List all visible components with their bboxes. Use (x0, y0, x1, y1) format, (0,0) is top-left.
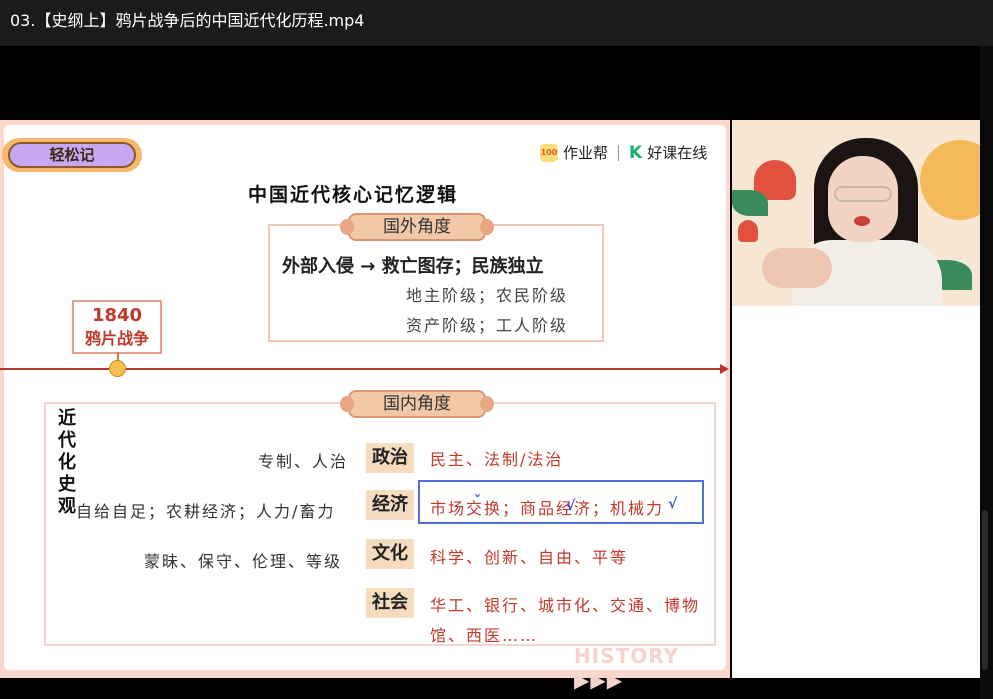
event-name: 鸦片战争 (84, 329, 149, 348)
row-society-category: 社会 (366, 588, 414, 618)
row-politics-right: 民主、法制/法治 (430, 450, 564, 469)
row-culture-right: 科学、创新、自由、平等 (430, 548, 629, 567)
presenter-mouth (854, 216, 870, 226)
timeline-arrow-icon (720, 364, 729, 374)
k-logo-icon: K (629, 142, 643, 163)
leaf-icon (732, 190, 768, 216)
pen-scribble: ˇ (474, 494, 481, 510)
row-economy-category: 经济 (366, 490, 414, 520)
webcam-feed (732, 120, 980, 306)
pen-scribble: √ (668, 496, 678, 512)
brand-divider (618, 144, 620, 161)
brand-logos: 100 作业帮 K 好课在线 (540, 142, 707, 163)
event-year: 1840 (91, 305, 143, 326)
highlight-box (418, 480, 704, 524)
scrollbar-thumb[interactable] (982, 510, 988, 670)
row-culture-category: 文化 (366, 539, 414, 569)
badge: 轻松记 (2, 138, 142, 172)
foreign-main-line: 外部入侵 → 救亡图存；民族独立 (282, 256, 544, 277)
pen-scribble: √ (566, 498, 576, 514)
lecture-slide: 轻松记 100 作业帮 K 好课在线 中国近代核心记忆逻辑 国外角度 外部入侵 … (0, 120, 730, 692)
window-title: 03.【史纲上】鸦片战争后的中国近代化历程.mp4 (0, 0, 993, 46)
lotus-bud-icon (738, 220, 758, 242)
row-politics-category: 政治 (366, 443, 414, 473)
row-society-right: 华工、银行、城市化、交通、博物 (430, 596, 701, 615)
slide-title: 中国近代核心记忆逻辑 (248, 184, 459, 206)
row-politics-left: 专制、人治 (258, 452, 349, 471)
side-label: 近代化史观 (58, 408, 76, 517)
brand-left-label: 作业帮 (563, 144, 609, 162)
foreign-sub-line-1: 地主阶级；农民阶级 (406, 286, 569, 305)
timeline-dot (109, 360, 126, 377)
badge-label: 轻松记 (8, 142, 136, 168)
row-society-right-cont: 馆、西医…… (430, 626, 539, 645)
foreign-tag: 国外角度 (340, 213, 494, 241)
domestic-tag: 国内角度 (340, 390, 494, 418)
row-culture-left: 蒙昧、保守、伦理、等级 (144, 552, 343, 571)
presenter-hand (762, 248, 832, 288)
brand-right-label: 好课在线 (647, 144, 708, 162)
row-economy-left: 自给自足；农耕经济；人力/畜力 (76, 502, 336, 521)
foreign-sub-line-2: 资产阶级；工人阶级 (406, 316, 569, 335)
zuoyebang-logo-icon: 100 (540, 143, 558, 162)
side-panel (732, 306, 980, 678)
glasses-icon (834, 186, 892, 202)
event-box: 1840 鸦片战争 (72, 300, 162, 354)
sun-decoration (920, 140, 980, 220)
history-watermark: HISTORY ▶▶▶ (574, 644, 680, 692)
